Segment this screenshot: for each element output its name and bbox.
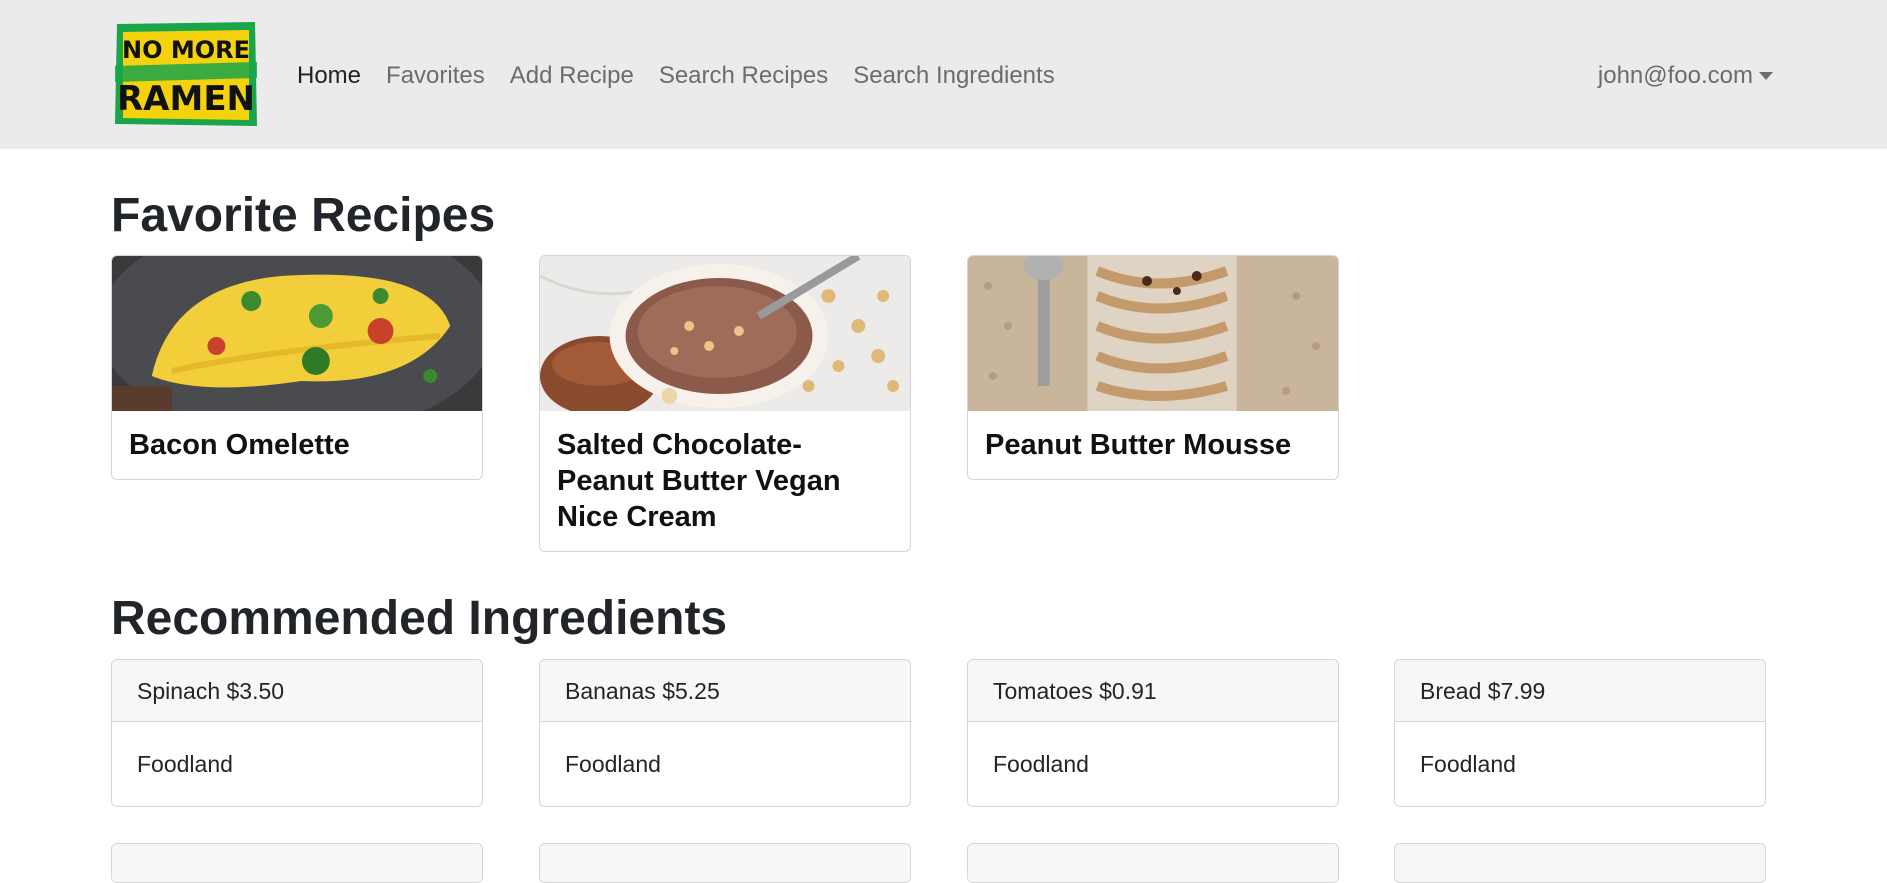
ingredient-header-partial [968, 844, 1338, 882]
ingredient-header-partial [540, 844, 910, 882]
nav-add-recipe[interactable]: Add Recipe [510, 58, 634, 94]
nav-favorites[interactable]: Favorites [386, 58, 485, 94]
recipe-card[interactable]: Salted Chocolate-Peanut Butter Vegan Nic… [539, 255, 911, 552]
ingredient-name-price: Bread $7.99 [1395, 660, 1765, 722]
user-menu-dropdown[interactable]: john@foo.com [1598, 58, 1773, 94]
svg-text:NO MORE: NO MORE [122, 36, 250, 64]
ingredient-card[interactable]: Tomatoes $0.91 Foodland [967, 659, 1339, 807]
recipe-title: Bacon Omelette [129, 429, 350, 461]
nav-links: Home Favorites Add Recipe Search Recipes… [297, 58, 1080, 94]
ingredient-store: Foodland [1420, 751, 1516, 777]
ingredient-store: Foodland [565, 751, 661, 777]
recommended-heading: Recommended Ingredients [111, 592, 728, 645]
recipe-title: Peanut Butter Mousse [985, 429, 1292, 461]
ingredient-card-partial[interactable] [539, 843, 911, 883]
ingredient-store: Foodland [137, 751, 233, 777]
navbar: NO MORE RAMEN Home Favorites Add Recipe … [0, 0, 1887, 149]
svg-text:RAMEN: RAMEN [117, 79, 255, 119]
ingredient-store: Foodland [993, 751, 1089, 777]
ingredient-card[interactable]: Bread $7.99 Foodland [1394, 659, 1766, 807]
omelette-image [112, 256, 482, 411]
ingredient-name-price: Bananas $5.25 [540, 660, 910, 722]
ingredient-name-price: Tomatoes $0.91 [968, 660, 1338, 722]
ingredient-card-partial[interactable] [111, 843, 483, 883]
recipe-card[interactable]: Bacon Omelette [111, 255, 483, 480]
nav-search-recipes[interactable]: Search Recipes [659, 58, 828, 94]
ingredient-card[interactable]: Bananas $5.25 Foodland [539, 659, 911, 807]
ingredient-header-partial [1395, 844, 1765, 882]
ingredient-name-price: Spinach $3.50 [112, 660, 482, 722]
nav-home[interactable]: Home [297, 58, 361, 94]
recipe-title: Salted Chocolate-Peanut Butter Vegan Nic… [557, 429, 841, 533]
no-more-ramen-logo[interactable]: NO MORE RAMEN [115, 22, 257, 126]
mousse-image [968, 256, 1338, 411]
ingredient-card-partial[interactable] [967, 843, 1339, 883]
ingredient-header-partial [112, 844, 482, 882]
user-email: john@foo.com [1597, 62, 1753, 89]
recipe-card[interactable]: Peanut Butter Mousse [967, 255, 1339, 480]
favorites-heading: Favorite Recipes [111, 189, 496, 242]
nav-search-ingredients[interactable]: Search Ingredients [853, 58, 1054, 94]
ingredient-card-partial[interactable] [1394, 843, 1766, 883]
nice-cream-image [540, 256, 910, 411]
ingredient-card[interactable]: Spinach $3.50 Foodland [111, 659, 483, 807]
caret-down-icon [1759, 72, 1773, 80]
